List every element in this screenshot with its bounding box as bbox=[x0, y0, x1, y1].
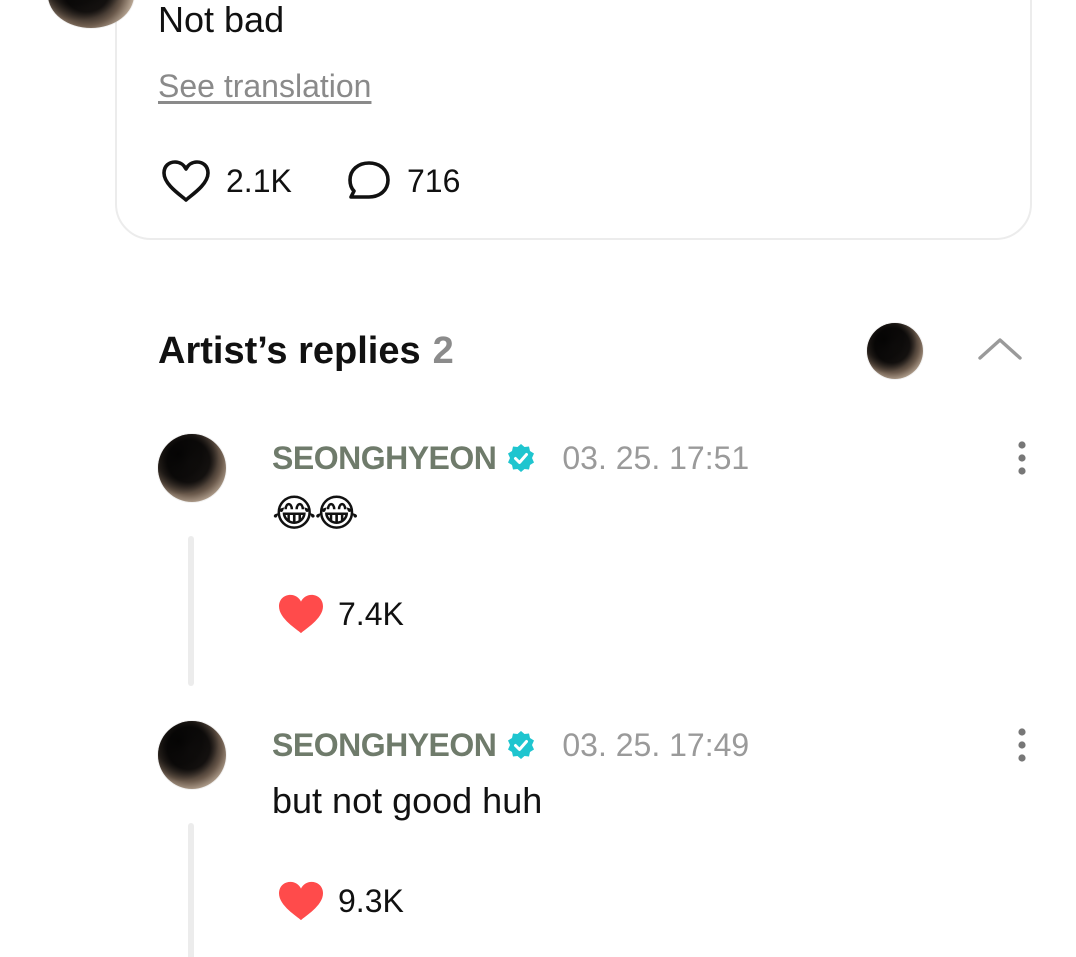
thread-line bbox=[188, 823, 194, 957]
artist-replies-title: Artist’s replies bbox=[158, 330, 421, 372]
post-comment-count: 716 bbox=[407, 162, 461, 199]
see-translation-link[interactable]: See translation bbox=[158, 68, 371, 105]
reply-body: 😂😂 bbox=[272, 493, 359, 535]
artist-avatar bbox=[867, 323, 923, 379]
verified-badge-icon bbox=[508, 731, 535, 759]
reply-header: SEONGHYEON 03. 25. 17:49 bbox=[272, 725, 749, 765]
reply-item: SEONGHYEON 03. 25. 17:49 but not good hu… bbox=[0, 721, 1076, 957]
chevron-up-icon[interactable] bbox=[976, 330, 1024, 366]
reply-header: SEONGHYEON 03. 25. 17:51 bbox=[272, 438, 749, 478]
reply-timestamp: 03. 25. 17:51 bbox=[562, 439, 750, 476]
reply-like-button[interactable]: 7.4K bbox=[276, 592, 404, 636]
speech-bubble-icon bbox=[348, 161, 390, 199]
more-vertical-icon[interactable] bbox=[1012, 438, 1032, 478]
heart-filled-icon bbox=[279, 594, 323, 634]
reply-item: SEONGHYEON 03. 25. 17:51 😂😂 7.4K bbox=[0, 434, 1076, 694]
reply-author-name[interactable]: SEONGHYEON bbox=[272, 440, 497, 477]
artist-replies-header: Artist’s replies 2 bbox=[158, 330, 454, 373]
post-comment-button[interactable]: 716 bbox=[345, 158, 460, 204]
post-author-avatar[interactable] bbox=[48, 0, 134, 28]
heart-outline-icon bbox=[162, 160, 210, 202]
heart-filled-icon bbox=[279, 881, 323, 921]
post-like-button[interactable]: 2.1K bbox=[160, 158, 292, 204]
post-detail-screen: Not bad See translation 2.1K 716 Artist’… bbox=[0, 0, 1076, 957]
reply-like-button[interactable]: 9.3K bbox=[276, 879, 404, 923]
reply-like-count: 7.4K bbox=[338, 595, 404, 632]
verified-badge-icon bbox=[508, 444, 535, 472]
more-vertical-icon[interactable] bbox=[1012, 725, 1032, 765]
reply-author-name[interactable]: SEONGHYEON bbox=[272, 727, 497, 764]
reply-avatar[interactable] bbox=[158, 721, 226, 789]
post-text: Not bad bbox=[158, 0, 285, 40]
reply-body: but not good huh bbox=[272, 780, 543, 821]
artist-replies-count: 2 bbox=[432, 330, 454, 372]
thread-line bbox=[188, 536, 194, 686]
reply-timestamp: 03. 25. 17:49 bbox=[562, 726, 750, 763]
post-like-count: 2.1K bbox=[226, 162, 292, 199]
reply-avatar[interactable] bbox=[158, 434, 226, 502]
reply-like-count: 9.3K bbox=[338, 882, 404, 919]
